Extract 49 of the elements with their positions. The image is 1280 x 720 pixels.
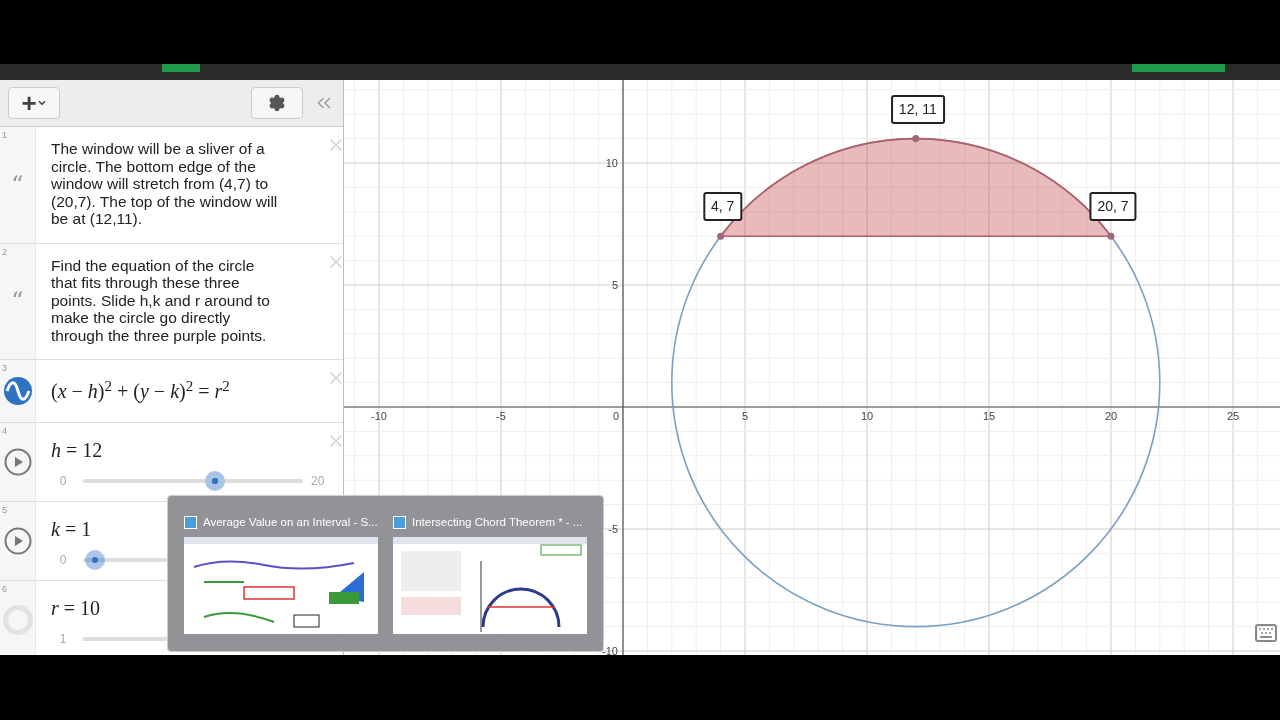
slider-thumb[interactable]	[205, 471, 225, 491]
axis-tick-label: 25	[1226, 410, 1240, 422]
math-expression[interactable]: (x − h)$^{2}$ + (y − k)$^{2}$ = r$^{2}$	[51, 360, 325, 422]
wave-icon[interactable]	[2, 376, 33, 406]
play-button[interactable]	[3, 448, 32, 476]
line-number: 4	[2, 425, 7, 438]
line-number: 6	[2, 583, 7, 596]
math-expression[interactable]: h = 12	[51, 435, 103, 465]
axis-tick-label: 20	[1104, 410, 1118, 422]
math-expression[interactable]: k = 1	[51, 514, 92, 544]
caret-icon	[36, 98, 47, 108]
slider-min: 0	[58, 473, 68, 490]
axis-tick-label: -10	[371, 410, 387, 422]
point-marker[interactable]	[1107, 232, 1115, 240]
quote-mark: “	[11, 172, 24, 197]
axis-tick-label: 10	[605, 157, 618, 169]
slider-min: 1	[58, 631, 68, 648]
point-label: 20, 7	[1089, 192, 1137, 222]
line-number: 3	[2, 362, 7, 375]
add-button[interactable]: +	[8, 87, 60, 119]
axis-tick-label: -10	[602, 645, 618, 655]
axis-tick-label: -5	[608, 523, 618, 535]
quote-mark: “	[11, 289, 24, 314]
slider[interactable]	[83, 471, 303, 491]
settings-button[interactable]	[251, 87, 303, 119]
slider-max: 20	[311, 473, 325, 490]
note-text: The window will be a sliver of a circle. The bottom edge of the window will stretch from (4,7) to (20,7). The top of the window will be at (12,11).	[51, 139, 279, 229]
axis-tick-label: 10	[860, 410, 874, 422]
axis-tick-label: 5	[611, 279, 618, 291]
window-title: Intersecting Chord Theorem * - ...	[412, 515, 583, 530]
axis-tick-label: 0	[612, 410, 619, 422]
axis-tick-label: -5	[496, 410, 506, 422]
app-icon	[184, 516, 197, 530]
gear-icon	[268, 94, 286, 112]
point-marker[interactable]	[912, 135, 920, 143]
line-number: 5	[2, 504, 7, 517]
line-number: 1	[2, 129, 7, 142]
keyboard-icon[interactable]	[1254, 621, 1278, 645]
slider-min: 0	[58, 552, 68, 569]
axis-tick-label: 5	[741, 410, 749, 422]
point-label: 12, 11	[890, 94, 945, 124]
note-text: Find the equation of the circle that fits through these three points. Slide h,k and r around to make the circle go directly through the three purple points.	[51, 255, 271, 346]
line-number: 2	[2, 245, 7, 259]
point-marker[interactable]	[717, 232, 725, 240]
math-expression[interactable]: r = 10	[51, 593, 101, 623]
axis-tick-label: 15	[982, 410, 996, 422]
point-label: 4, 7	[702, 192, 743, 222]
play-button[interactable]	[3, 527, 32, 555]
app-icon	[393, 516, 406, 530]
